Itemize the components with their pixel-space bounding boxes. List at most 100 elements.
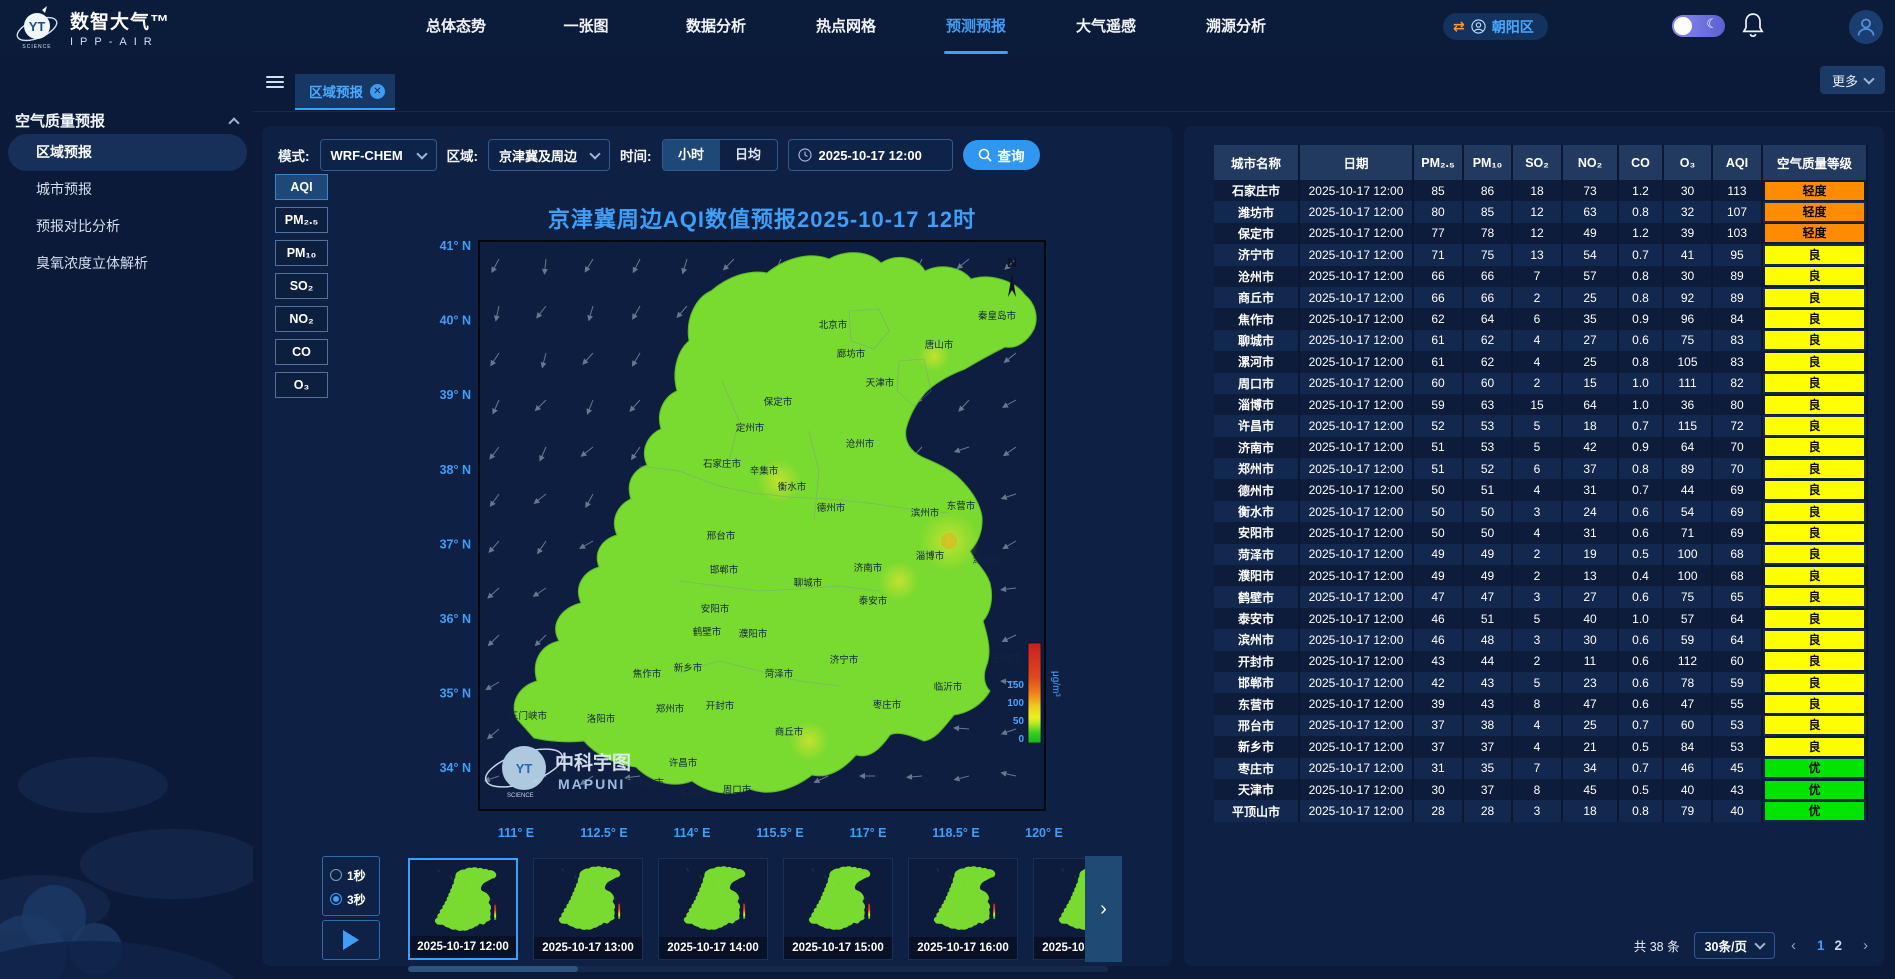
table-cell: 89 [1713,287,1763,308]
thumbnail-timestamp: 2025-10-17 15:00 [784,937,892,959]
table-row-27[interactable]: 枣庄市2025-10-17 12:0031357340.74645优 [1214,758,1870,779]
search-button[interactable]: 查询 [963,140,1040,170]
table-row-18[interactable]: 濮阳市2025-10-17 12:0049492130.410068良 [1214,565,1870,586]
table-row-14[interactable]: 德州市2025-10-17 12:0050514310.74469良 [1214,479,1870,500]
nav-item-6[interactable]: 溯源分析 [1190,0,1282,54]
table-row-16[interactable]: 安阳市2025-10-17 12:0050504310.67169良 [1214,522,1870,543]
table-cell: 2025-10-17 12:00 [1300,758,1414,779]
next-page-button[interactable]: › [1861,937,1870,954]
timeline-next-button[interactable]: › [1085,856,1122,962]
table-row-20[interactable]: 泰安市2025-10-17 12:0046515401.05764良 [1214,608,1870,629]
table-row-29[interactable]: 平顶山市2025-10-17 12:0028283180.87940优 [1214,800,1870,821]
grade-badge: 优 [1765,781,1864,799]
sidebar-item-1[interactable]: 城市预报 [0,171,253,208]
table-cell: 19 [1563,544,1619,565]
pollutant-button-O₃[interactable]: O₃ [275,372,328,398]
table-row-8[interactable]: 漯河市2025-10-17 12:0061624250.810583良 [1214,351,1870,372]
table-cell: 25 [1563,351,1619,372]
mode-select[interactable]: WRF-CHEM [320,139,437,171]
thumbnail-timestamp: 2025-10-17 12:00 [410,936,516,958]
pollutant-button-AQI[interactable]: AQI [275,174,328,200]
page-size-select[interactable]: 30条/页 [1694,932,1775,959]
table-cell: 0.7 [1619,415,1664,436]
grade-cell: 良 [1763,287,1868,308]
nav-item-3[interactable]: 热点网格 [800,0,892,54]
table-cell: 38 [1464,715,1513,736]
time-option-0[interactable]: 小时 [663,140,720,170]
timeline-thumbnail-0[interactable]: 2025-10-17 12:00 [408,858,518,960]
nav-item-5[interactable]: 大气遥感 [1060,0,1152,54]
nav-item-2[interactable]: 数据分析 [670,0,762,54]
pollutant-button-PM₁₀[interactable]: PM₁₀ [275,240,328,266]
table-row-15[interactable]: 衡水市2025-10-17 12:0050503240.65469良 [1214,501,1870,522]
tab-region-forecast[interactable]: 区域预报 ✕ [295,74,395,110]
table-row-5[interactable]: 商丘市2025-10-17 12:0066662250.89289良 [1214,287,1870,308]
table-row-21[interactable]: 滨州市2025-10-17 12:0046483300.65964良 [1214,629,1870,650]
sidebar-item-3[interactable]: 臭氧浓度立体解析 [0,245,253,282]
table-row-22[interactable]: 开封市2025-10-17 12:0043442110.611260良 [1214,651,1870,672]
table-cell: 0.8 [1619,458,1664,479]
timeline-scrollbar-thumb[interactable] [408,966,578,972]
table-row-3[interactable]: 济宁市2025-10-17 12:00717513540.74195良 [1214,244,1870,265]
table-row-7[interactable]: 聊城市2025-10-17 12:0061624270.67583良 [1214,330,1870,351]
table-cell: 43 [1713,779,1763,800]
table-row-26[interactable]: 新乡市2025-10-17 12:0037374210.58453良 [1214,736,1870,757]
tab-close-icon[interactable]: ✕ [370,84,385,99]
table-row-10[interactable]: 淄博市2025-10-17 12:00596315641.03680良 [1214,394,1870,415]
prev-page-button[interactable]: ‹ [1789,937,1798,954]
table-row-24[interactable]: 东营市2025-10-17 12:0039438470.64755良 [1214,693,1870,714]
table-row-23[interactable]: 邯郸市2025-10-17 12:0042435230.67859良 [1214,672,1870,693]
table-row-12[interactable]: 济南市2025-10-17 12:0051535420.96470良 [1214,437,1870,458]
page-number-1[interactable]: 1 [1812,938,1830,953]
table-cell: 71 [1664,522,1713,543]
table-row-17[interactable]: 菏泽市2025-10-17 12:0049492190.510068良 [1214,544,1870,565]
forecast-map[interactable]: 41° N40° N39° N38° N37° N36° N35° N34° N… [425,235,1091,850]
table-row-4[interactable]: 沧州市2025-10-17 12:0066667570.83089良 [1214,266,1870,287]
pollutant-button-CO[interactable]: CO [275,339,328,365]
more-label: 更多 [1832,71,1858,90]
theme-toggle[interactable]: ☾ [1672,15,1725,37]
table-row-19[interactable]: 鹤壁市2025-10-17 12:0047473270.67565良 [1214,586,1870,607]
nav-item-0[interactable]: 总体态势 [410,0,502,54]
interval-radio-1秒[interactable]: 1秒 [330,863,379,887]
table-row-1[interactable]: 潍坊市2025-10-17 12:00808512630.832107轻度 [1214,201,1870,222]
timeline-thumbnail-1[interactable]: 2025-10-17 13:00 [533,858,643,960]
play-button[interactable] [322,920,380,960]
table-cell: 70 [1713,437,1763,458]
table-cell: 89 [1713,266,1763,287]
sidebar-group-air-quality-forecast[interactable]: 空气质量预报 [15,110,238,131]
table-row-13[interactable]: 郑州市2025-10-17 12:0051526370.88970良 [1214,458,1870,479]
table-row-0[interactable]: 石家庄市2025-10-17 12:00858618731.230113轻度 [1214,180,1870,201]
collapse-menu-icon[interactable] [266,76,284,90]
table-row-11[interactable]: 许昌市2025-10-17 12:0052535180.711572良 [1214,415,1870,436]
datetime-picker[interactable]: 2025-10-17 12:00 [788,139,953,171]
table-row-6[interactable]: 焦作市2025-10-17 12:0062646350.99684良 [1214,308,1870,329]
table-row-28[interactable]: 天津市2025-10-17 12:0030378450.54043优 [1214,779,1870,800]
notifications-bell-icon[interactable] [1740,12,1766,40]
timeline-thumbnail-3[interactable]: 2025-10-17 15:00 [783,858,893,960]
pollutant-button-SO₂[interactable]: SO₂ [275,273,328,299]
timeline-thumbnail-2[interactable]: 2025-10-17 14:00 [658,858,768,960]
table-cell: 2025-10-17 12:00 [1300,715,1414,736]
table-cell: 30 [1563,629,1619,650]
pollutant-button-PM₂.₅[interactable]: PM₂.₅ [275,207,328,233]
table-cell: 60 [1414,373,1464,394]
nav-item-4[interactable]: 预测预报 [930,0,1022,54]
interval-radio-3秒[interactable]: 3秒 [330,887,379,911]
table-cell: 21 [1563,736,1619,757]
pollutant-button-NO₂[interactable]: NO₂ [275,306,328,332]
page-number-2[interactable]: 2 [1829,938,1847,953]
region-switcher[interactable]: ⇄ 朝阳区 [1443,13,1548,40]
table-row-2[interactable]: 保定市2025-10-17 12:00777812491.239103轻度 [1214,223,1870,244]
sidebar-item-2[interactable]: 预报对比分析 [0,208,253,245]
region-select[interactable]: 京津冀及周边 [488,139,610,171]
table-row-25[interactable]: 邢台市2025-10-17 12:0037384250.76053良 [1214,715,1870,736]
nav-item-1[interactable]: 一张图 [540,0,632,54]
time-option-1[interactable]: 日均 [720,140,777,170]
avatar[interactable] [1849,10,1883,44]
query-toolbar: 模式: WRF-CHEM 区域: 京津冀及周边 时间: 小时日均 [278,138,1040,172]
more-button[interactable]: 更多 [1820,66,1885,94]
sidebar-item-0[interactable]: 区域预报 [8,134,247,171]
timeline-thumbnail-4[interactable]: 2025-10-17 16:00 [908,858,1018,960]
table-row-9[interactable]: 周口市2025-10-17 12:0060602151.011182良 [1214,373,1870,394]
